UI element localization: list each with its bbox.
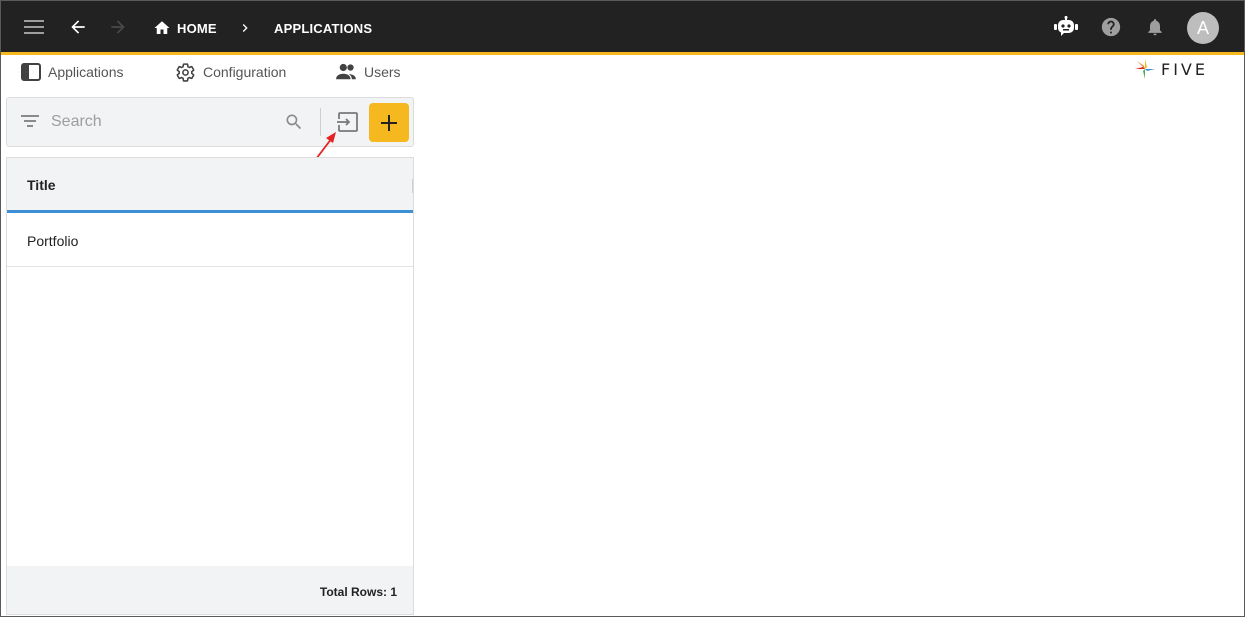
nav-applications[interactable]: Applications — [21, 60, 124, 84]
total-rows: Total Rows: 1 — [319, 585, 397, 599]
menu-icon — [24, 20, 44, 34]
back-arrow-icon — [71, 20, 85, 34]
breadcrumb-applications-label: APPLICATIONS — [274, 20, 373, 36]
topbar-accent-line — [1, 52, 1244, 55]
nav-users[interactable]: Users — [335, 60, 401, 84]
search-input[interactable] — [51, 110, 271, 134]
five-logo-mark-icon — [1135, 59, 1155, 79]
list-footer: Total Rows: 1 — [7, 566, 413, 614]
bell-icon — [1148, 19, 1162, 36]
user-avatar[interactable]: A — [1187, 12, 1219, 44]
forward-arrow-icon — [111, 20, 125, 34]
nav-users-label: Users — [364, 64, 401, 80]
nav-configuration-label: Configuration — [203, 64, 287, 80]
breadcrumb-applications[interactable]: APPLICATIONS — [274, 15, 372, 41]
search-toolbar — [6, 97, 414, 147]
breadcrumb-separator — [237, 15, 259, 41]
chatbot-button[interactable] — [1050, 11, 1082, 43]
five-logo-text: FIVE — [1161, 59, 1208, 79]
breadcrumb-home[interactable]: HOME — [153, 15, 217, 41]
list-row-portfolio[interactable]: Portfolio — [7, 216, 413, 267]
back-button[interactable] — [62, 11, 94, 43]
users-icon — [336, 63, 356, 80]
search-icon[interactable] — [284, 112, 304, 132]
plus-icon — [381, 114, 397, 131]
column-title: Title — [27, 177, 56, 193]
nav-applications-label: Applications — [48, 64, 124, 80]
nav-configuration[interactable]: Configuration — [175, 60, 286, 84]
avatar-initial: A — [1196, 17, 1209, 38]
configuration-icon — [176, 62, 195, 82]
list-row-title: Portfolio — [27, 233, 79, 249]
menu-button[interactable] — [18, 11, 50, 43]
list-header[interactable]: Title — [7, 158, 413, 213]
forward-button[interactable] — [102, 11, 134, 43]
five-logo: FIVE — [1133, 56, 1208, 82]
help-button[interactable] — [1095, 11, 1127, 43]
breadcrumb-home-label: HOME — [177, 20, 217, 36]
add-button[interactable] — [369, 103, 409, 142]
chatbot-icon — [1054, 16, 1078, 36]
home-icon — [154, 21, 170, 34]
chevron-right-icon — [242, 24, 248, 32]
filter-icon[interactable] — [21, 114, 39, 128]
help-icon — [1101, 17, 1121, 37]
applications-icon — [21, 63, 41, 81]
applications-list: Title Portfolio Total Rows: 1 — [6, 157, 414, 615]
top-app-bar: HOME APPLICATIONS A — [1, 1, 1244, 53]
column-resize-handle[interactable] — [412, 179, 413, 193]
notifications-button[interactable] — [1139, 11, 1171, 43]
